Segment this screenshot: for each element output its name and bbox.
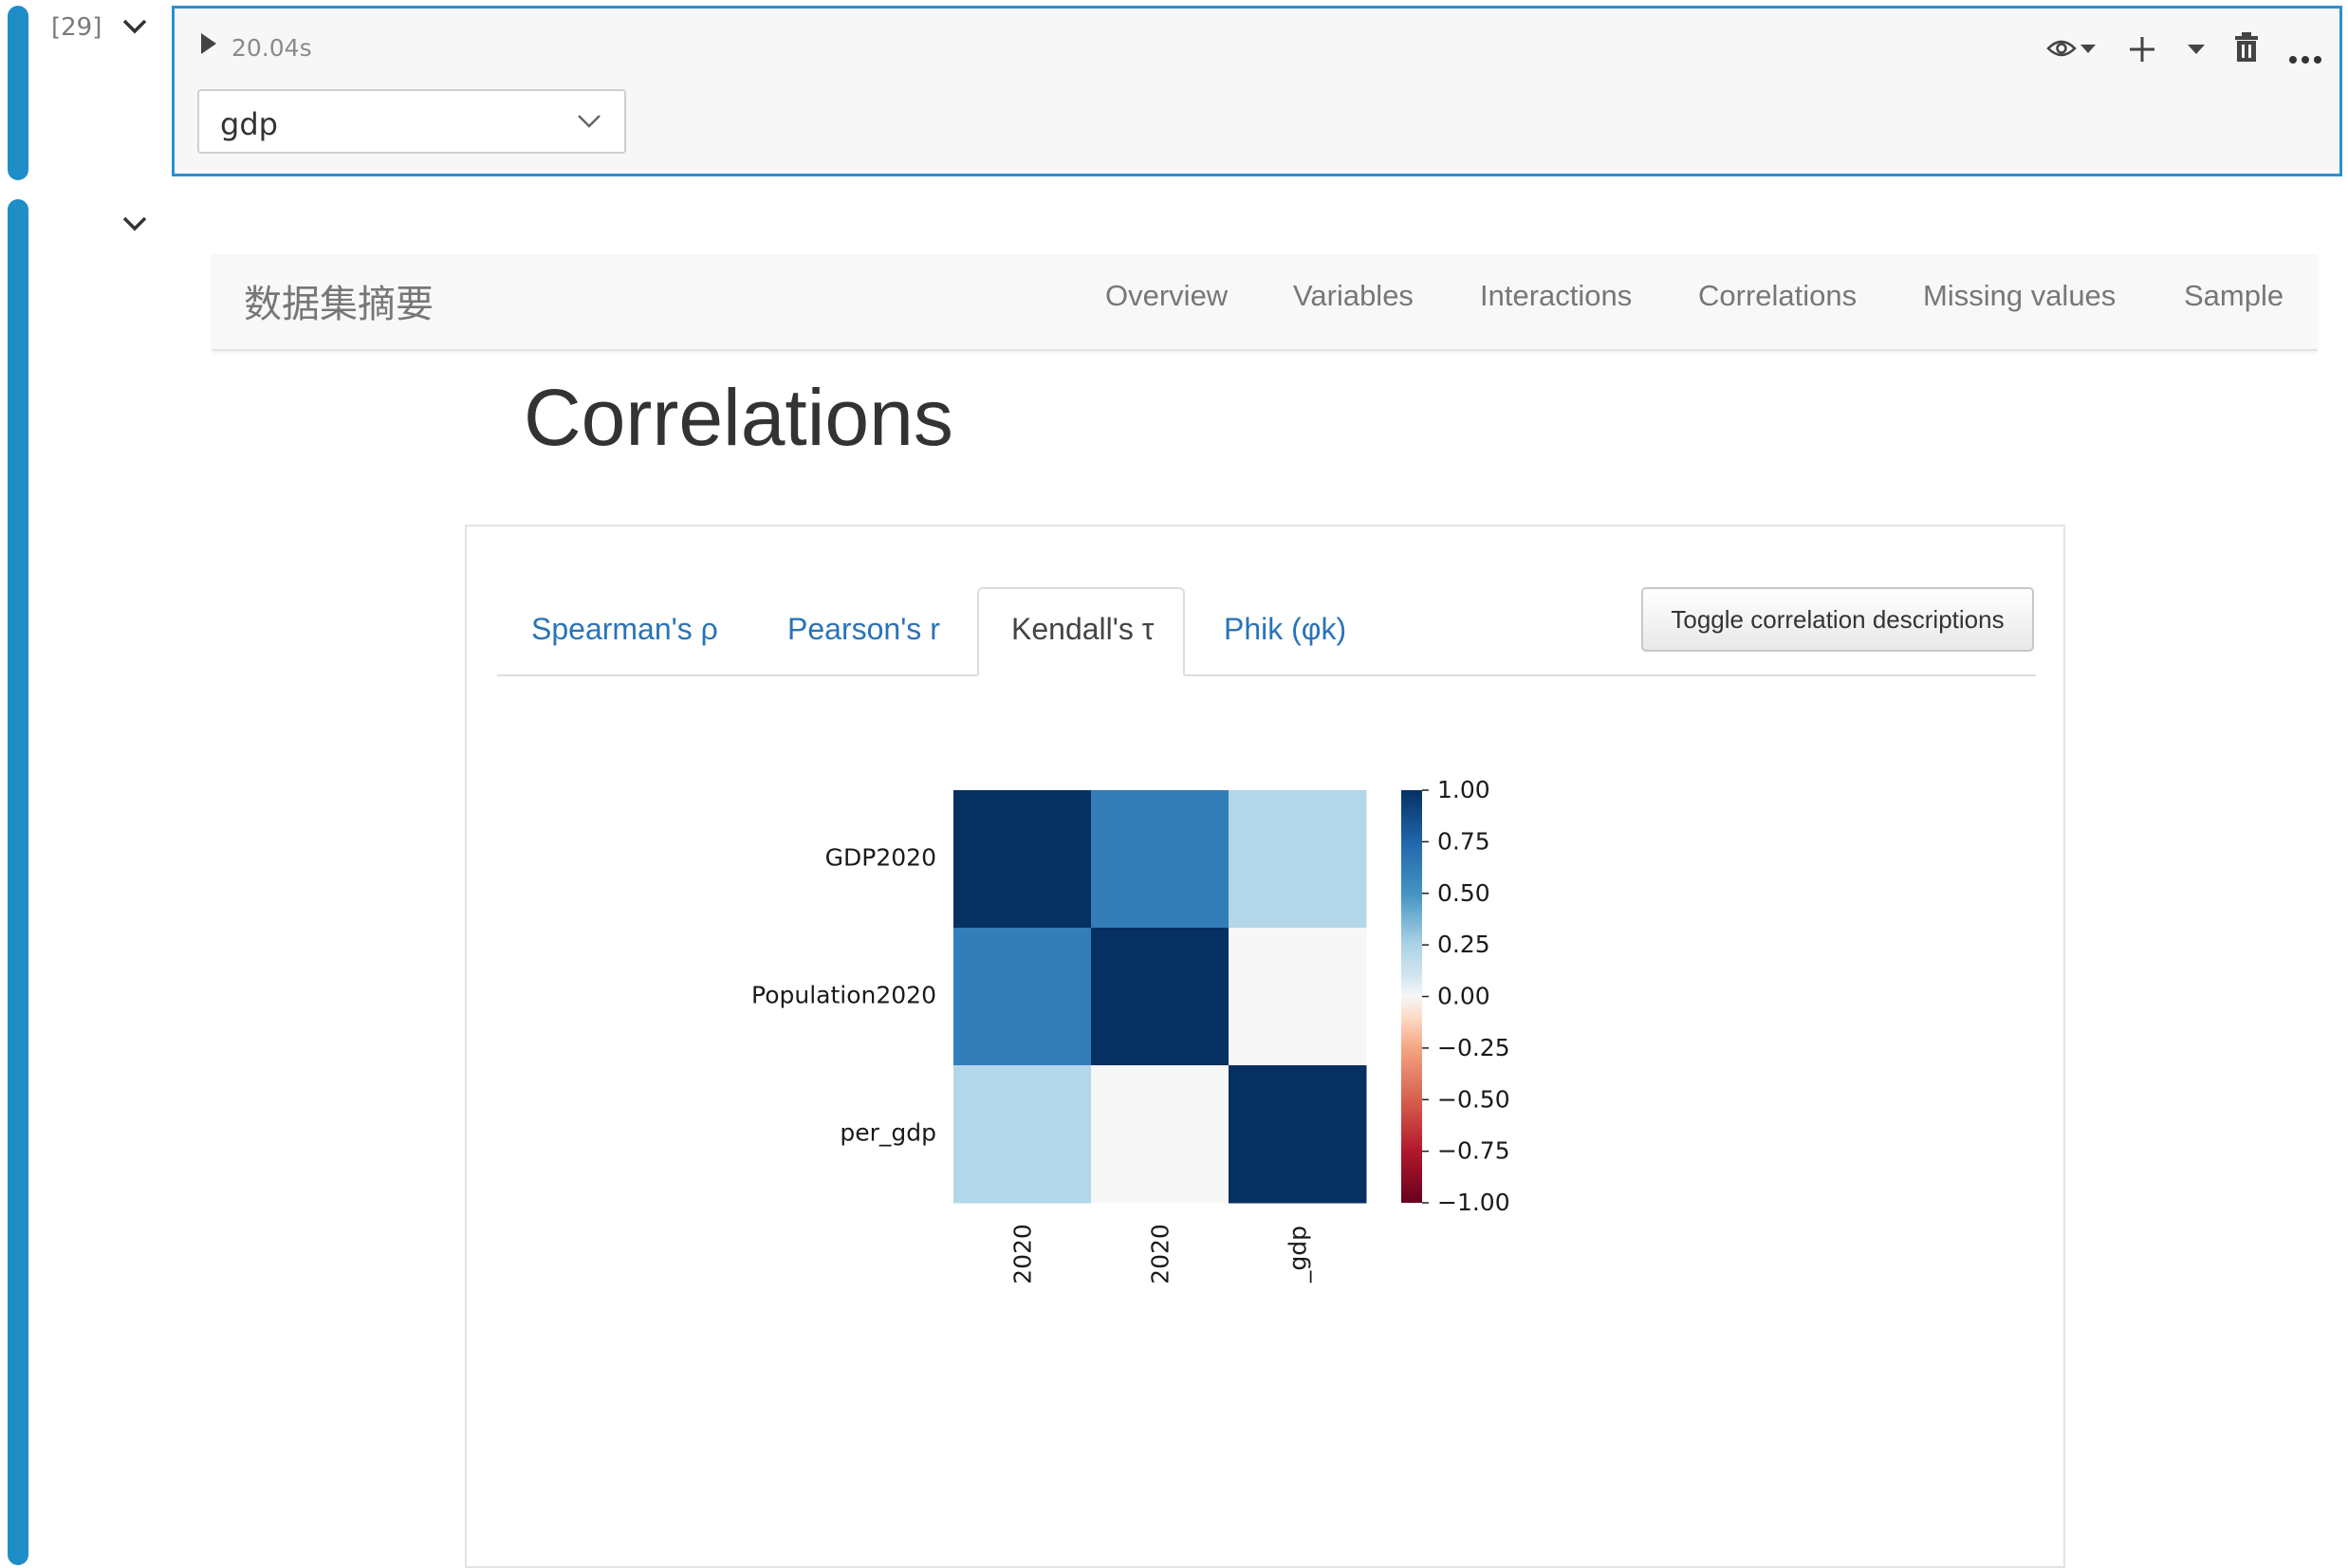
- row-label-1: Population2020: [751, 982, 936, 1009]
- tabs-divider: [497, 674, 2036, 676]
- heatmap-cell-1-1: [1091, 928, 1229, 1066]
- colorbar: [1401, 790, 1422, 1203]
- report-brand[interactable]: 数据集摘要: [244, 273, 434, 328]
- tab-phik[interactable]: Phik (φk): [1224, 612, 1346, 647]
- tab-pearson[interactable]: Pearson's r: [787, 612, 940, 647]
- col-label-1: 2020: [1147, 1224, 1174, 1284]
- report-navbar: 数据集摘要 Overview Variables Interactions Co…: [212, 254, 2318, 351]
- colorbar-tick-label-1: 0.75: [1437, 827, 1490, 855]
- plus-icon[interactable]: [2128, 35, 2156, 68]
- eye-icon[interactable]: [2046, 37, 2101, 68]
- chevron-down-icon[interactable]: [121, 17, 148, 36]
- heatmap-cell-2-1: [1091, 1065, 1229, 1204]
- colorbar-tick-label-5: −0.25: [1437, 1034, 1510, 1061]
- colorbar-tick-label-6: −0.50: [1437, 1085, 1510, 1113]
- tab-kendall[interactable]: Kendall's τ: [977, 587, 1185, 676]
- trash-icon[interactable]: [2233, 31, 2260, 68]
- variable-dropdown[interactable]: gdp: [197, 89, 626, 154]
- cell-active-bar-input[interactable]: [8, 6, 28, 180]
- caret-down-icon[interactable]: [2186, 43, 2207, 61]
- col-label-2: _gdp: [1285, 1226, 1312, 1283]
- correlation-heatmap: GDP2020 Population2020 per_gdp 2020 2020 _gdp…: [751, 776, 1510, 1284]
- play-icon[interactable]: [199, 31, 218, 61]
- execution-count: [29]: [51, 13, 102, 42]
- row-label-2: per_gdp: [840, 1119, 936, 1147]
- tab-spearman[interactable]: Spearman's ρ: [531, 612, 718, 647]
- nav-sample[interactable]: Sample: [2184, 279, 2283, 313]
- nav-missing-values[interactable]: Missing values: [1923, 279, 2116, 313]
- colorbar-tick-label-7: −0.75: [1437, 1137, 1510, 1165]
- colorbar-tick-label-8: −1.00: [1437, 1189, 1510, 1216]
- output-collapse-chevron-icon[interactable]: [121, 214, 148, 233]
- heatmap-cell-1-2: [1229, 928, 1367, 1066]
- dropdown-chevron-icon[interactable]: [577, 114, 601, 134]
- nav-interactions[interactable]: Interactions: [1480, 279, 1632, 313]
- colorbar-tick-label-3: 0.25: [1437, 931, 1490, 958]
- heatmap-cell-2-2: [1229, 1065, 1367, 1204]
- heatmap-cell-0-1: [1091, 790, 1229, 929]
- nav-variables[interactable]: Variables: [1293, 279, 1414, 313]
- nav-correlations[interactable]: Correlations: [1698, 279, 1857, 313]
- section-title: Correlations: [524, 373, 953, 462]
- code-cell[interactable]: 20.04s gdp: [172, 6, 2342, 176]
- colorbar-tick-label-4: 0.00: [1437, 983, 1490, 1010]
- toggle-descriptions-button[interactable]: Toggle correlation descriptions: [1641, 587, 2034, 652]
- nav-overview[interactable]: Overview: [1105, 279, 1228, 313]
- heatmap-cell-0-2: [1229, 790, 1367, 929]
- dropdown-value: gdp: [220, 106, 278, 142]
- colorbar-tick-label-0: 1.00: [1437, 776, 1490, 803]
- cell-active-bar-output[interactable]: [8, 199, 28, 1565]
- colorbar-tick-label-2: 0.50: [1437, 879, 1490, 907]
- col-label-0: 2020: [1009, 1224, 1037, 1284]
- heatmap-cell-0-0: [953, 790, 1092, 929]
- tab-kendall-label: Kendall's τ: [1011, 612, 1155, 646]
- heatmap-cell-1-0: [953, 928, 1092, 1066]
- row-label-0: GDP2020: [825, 844, 936, 872]
- heatmap-cell-2-0: [953, 1065, 1092, 1204]
- execution-time: 20.04s: [231, 34, 312, 62]
- more-icon[interactable]: [2288, 52, 2322, 69]
